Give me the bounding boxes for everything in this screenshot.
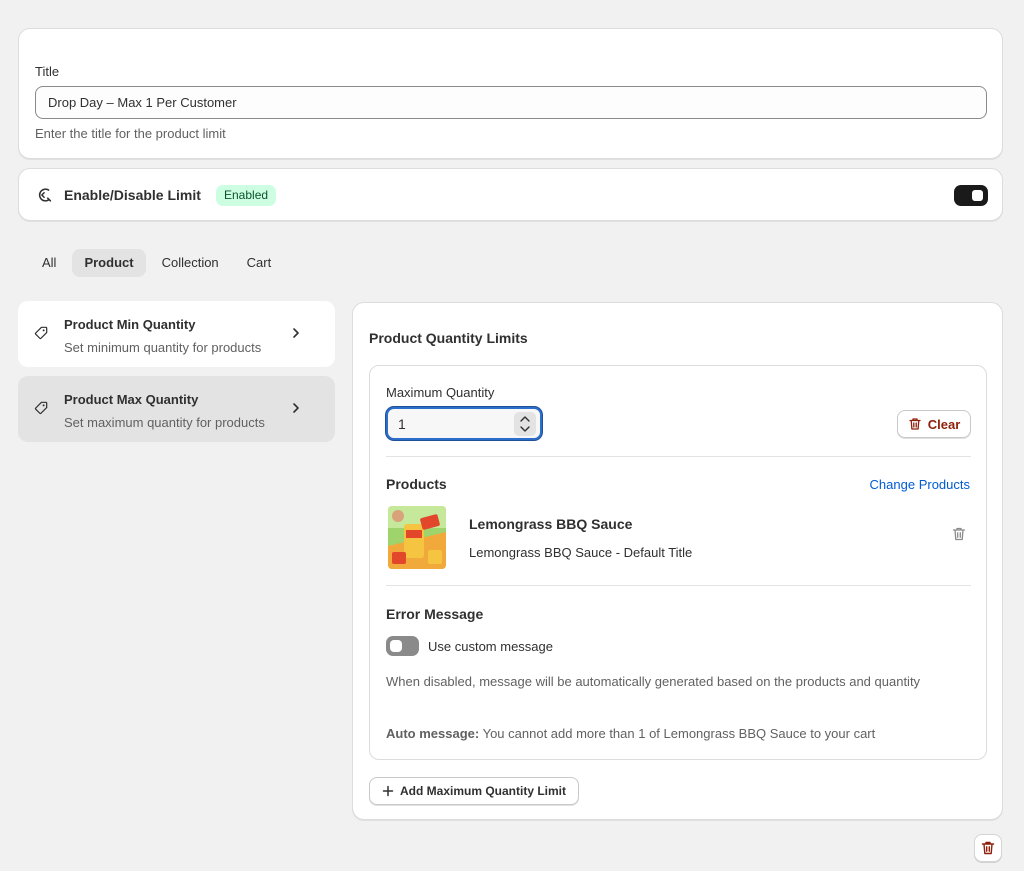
plus-icon: [382, 785, 394, 797]
add-maximum-quantity-limit-button[interactable]: Add Maximum Quantity Limit: [369, 777, 580, 805]
error-message-title: Error Message: [386, 606, 484, 622]
product-quantity-limits-card: Product Quantity Limits Maximum Quantity…: [352, 302, 1003, 820]
status-badge: Enabled: [216, 185, 277, 206]
limit-icon: [38, 188, 52, 202]
enable-limit-toggle[interactable]: [954, 185, 988, 206]
tab-collection[interactable]: Collection: [150, 249, 231, 277]
products-title: Products: [386, 476, 447, 492]
limit-type-tabs: All Product Collection Cart: [30, 249, 283, 277]
stepper-arrows-icon: [520, 416, 530, 432]
change-products-link[interactable]: Change Products: [870, 477, 970, 492]
max-quantity-label: Maximum Quantity: [386, 385, 495, 400]
limit-rule-card: Maximum Quantity Clear Products Change P…: [369, 365, 987, 760]
tab-product[interactable]: Product: [72, 249, 146, 277]
clear-button[interactable]: Clear: [897, 410, 971, 438]
error-message-description: When disabled, message will be automatic…: [386, 674, 921, 689]
divider: [386, 585, 971, 586]
enable-limit-card: Enable/Disable Limit Enabled: [18, 168, 1003, 221]
chevron-right-icon: [293, 328, 299, 338]
toggle-knob: [390, 640, 402, 652]
divider: [386, 456, 971, 457]
tab-cart[interactable]: Cart: [235, 249, 284, 277]
tab-all[interactable]: All: [30, 249, 68, 277]
toggle-knob: [972, 190, 983, 201]
trash-icon: [909, 418, 921, 430]
auto-message: Auto message: You cannot add more than 1…: [386, 726, 875, 741]
sidebar-item-title: Product Min Quantity: [64, 317, 196, 332]
clear-button-label: Clear: [927, 416, 961, 432]
auto-message-text: You cannot add more than 1 of Lemongrass…: [482, 726, 876, 741]
trash-icon: [981, 841, 995, 855]
product-variant: Lemongrass BBQ Sauce - Default Title: [469, 545, 693, 560]
sidebar-item-title: Product Max Quantity: [64, 392, 199, 407]
delete-limit-button[interactable]: [974, 834, 1002, 862]
max-quantity-field: [386, 407, 542, 440]
add-limit-label: Add Maximum Quantity Limit: [400, 784, 567, 798]
quantity-stepper[interactable]: [514, 412, 536, 436]
title-help-text: Enter the title for the product limit: [35, 126, 226, 141]
product-thumbnail: [388, 506, 446, 569]
title-label: Title: [35, 64, 60, 79]
sidebar-item-subtitle: Set minimum quantity for products: [64, 340, 262, 355]
product-image: [388, 506, 446, 569]
custom-message-toggle[interactable]: [386, 636, 419, 656]
title-card: Title Enter the title for the product li…: [18, 28, 1003, 159]
tag-icon: [34, 326, 48, 340]
enable-limit-title: Enable/Disable Limit: [64, 187, 201, 203]
sidebar-item-product-max-quantity[interactable]: Product Max Quantity Set maximum quantit…: [18, 376, 335, 442]
section-heading: Product Quantity Limits: [369, 330, 528, 346]
max-quantity-input[interactable]: [398, 415, 508, 433]
sidebar-item-product-min-quantity[interactable]: Product Min Quantity Set minimum quantit…: [18, 301, 335, 367]
custom-message-label: Use custom message: [428, 639, 553, 654]
chevron-right-icon: [293, 403, 299, 413]
product-name: Lemongrass BBQ Sauce: [469, 516, 633, 532]
sidebar-item-subtitle: Set maximum quantity for products: [64, 415, 265, 430]
tag-icon: [34, 401, 48, 415]
title-input[interactable]: [35, 86, 987, 119]
auto-message-label: Auto message:: [386, 726, 480, 741]
remove-product-trash-icon[interactable]: [951, 526, 967, 542]
